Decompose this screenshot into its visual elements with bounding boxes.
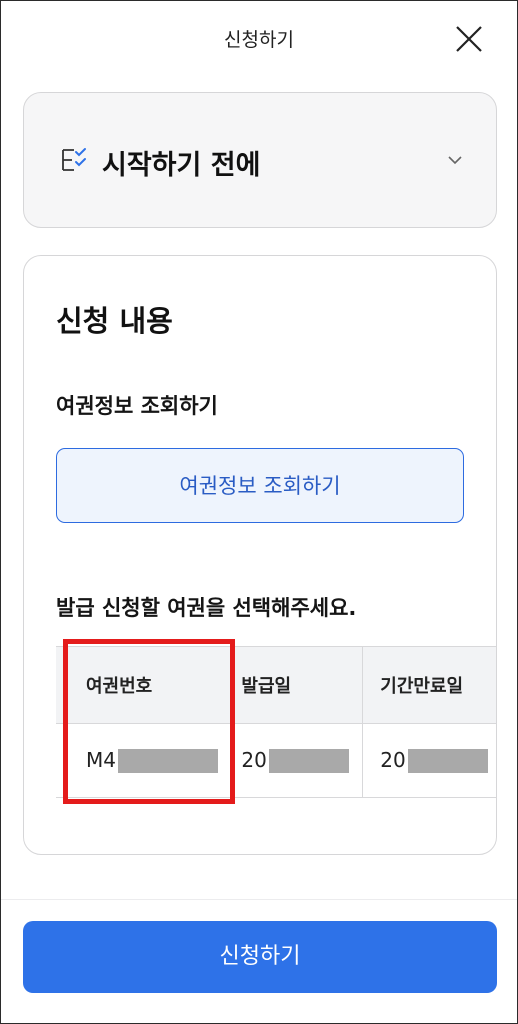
masked-value: [117, 749, 218, 774]
cell-issue-date: 20: [231, 723, 364, 798]
passport-table-scroll[interactable]: 여권번호 발급일 기간만료일 M4 20 20: [56, 646, 496, 798]
expiry-date-prefix: 20: [380, 747, 406, 772]
issue-date-prefix: 20: [241, 747, 267, 772]
passport-no-prefix: M4: [86, 747, 116, 772]
header: 신청하기: [1, 1, 517, 77]
checklist-icon: [62, 148, 86, 171]
close-icon: [456, 26, 482, 52]
chevron-down-icon: [448, 156, 462, 165]
table-row[interactable]: M4 20 20: [56, 723, 496, 798]
column-header-issue-date: 발급일: [231, 646, 364, 724]
submit-button[interactable]: 신청하기: [23, 921, 497, 993]
close-button[interactable]: [453, 23, 485, 55]
page-title: 신청하기: [224, 29, 294, 51]
select-passport-label: 발급 신청할 여권을 선택해주세요.: [56, 596, 357, 620]
cell-passport-no: M4: [56, 723, 233, 798]
table-header-row: 여권번호 발급일 기간만료일: [56, 646, 496, 724]
column-header-expiry-date: 기간만료일: [362, 646, 496, 724]
section-title: 신청 내용: [56, 304, 173, 338]
before-start-accordion[interactable]: 시작하기 전에: [23, 92, 497, 228]
cell-expiry-date: 20: [362, 723, 496, 798]
app-frame: 신청하기 시작하기 전에 신청 내용 여권정보 조회하기 여권정보 조회하기 발…: [0, 0, 518, 1024]
divider: [1, 899, 517, 900]
passport-lookup-button[interactable]: 여권정보 조회하기: [56, 448, 464, 523]
accordion-title: 시작하기 전에: [102, 150, 261, 181]
lookup-label: 여권정보 조회하기: [56, 394, 218, 418]
application-card: 신청 내용 여권정보 조회하기 여권정보 조회하기 발급 신청할 여권을 선택해…: [23, 255, 497, 855]
column-header-passport-no: 여권번호: [56, 646, 233, 724]
masked-value: [407, 749, 488, 774]
masked-value: [268, 749, 349, 774]
passport-table: 여권번호 발급일 기간만료일 M4 20 20: [56, 646, 496, 798]
